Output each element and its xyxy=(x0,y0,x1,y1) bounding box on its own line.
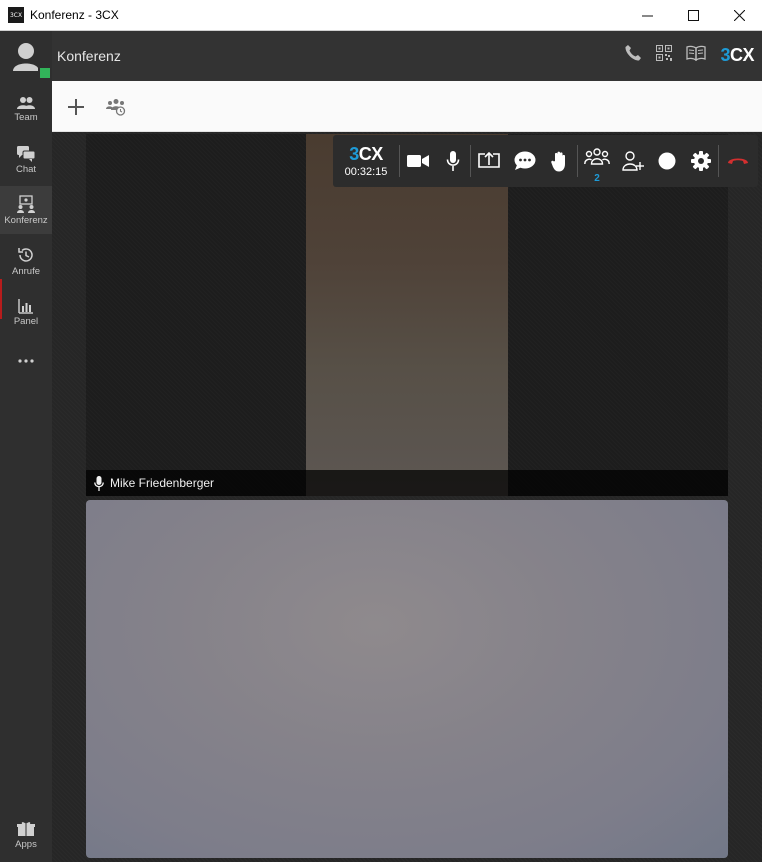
logo-three: 3 xyxy=(349,144,359,164)
camera-icon xyxy=(407,155,429,167)
gear-icon xyxy=(691,151,711,171)
sidebar-item-anrufe[interactable]: Anrufe xyxy=(0,237,52,285)
screen-share-button[interactable] xyxy=(471,135,507,187)
video-tile-self[interactable] xyxy=(86,500,728,858)
sidebar-item-team[interactable]: Team xyxy=(0,85,52,133)
conference-stage: Mike Friedenberger xyxy=(52,132,762,862)
page-title: Konferenz xyxy=(57,48,121,64)
add-conference-button[interactable] xyxy=(63,94,89,120)
minimize-icon xyxy=(641,15,653,17)
participants-button[interactable]: 2 xyxy=(578,135,616,187)
title-bar: 3CX Konferenz - 3CX xyxy=(0,0,762,31)
logo-three: 3 xyxy=(720,45,730,65)
remote-camera-feed xyxy=(306,134,508,496)
microphone-toggle-button[interactable] xyxy=(436,135,470,187)
app-logo-icon: 3CX xyxy=(8,7,24,23)
schedule-meeting-button[interactable] xyxy=(103,94,129,120)
app-window: 3CX Konferenz - 3CX Team Chat Konferenz … xyxy=(0,0,762,862)
video-tile-remote[interactable]: Mike Friedenberger xyxy=(86,134,728,496)
maximize-icon xyxy=(687,10,699,21)
add-participant-button[interactable] xyxy=(616,135,650,187)
add-participant-icon xyxy=(622,151,644,171)
window-title: Konferenz - 3CX xyxy=(30,8,119,22)
settings-button[interactable] xyxy=(684,135,718,187)
call-controls-bar: 3CX 00:32:15 2 xyxy=(333,135,758,187)
user-avatar[interactable] xyxy=(10,41,52,80)
camera-toggle-button[interactable] xyxy=(400,135,436,187)
history-icon xyxy=(18,247,33,262)
phone-icon xyxy=(625,45,642,61)
minimize-button[interactable] xyxy=(624,0,670,31)
participant-name-bar: Mike Friedenberger xyxy=(86,470,728,496)
qr-code-icon xyxy=(656,45,673,61)
brand-logo: 3CX xyxy=(720,45,754,66)
sidebar-item-konferenz[interactable]: Konferenz xyxy=(0,186,52,234)
presence-status-badge xyxy=(38,66,52,80)
chat-button[interactable] xyxy=(507,135,543,187)
record-button[interactable] xyxy=(650,135,684,187)
conference-icon xyxy=(17,194,35,213)
phone-button[interactable] xyxy=(624,44,642,67)
more-icon xyxy=(18,359,34,363)
close-icon xyxy=(733,10,745,21)
close-button[interactable] xyxy=(716,0,762,31)
chat-icon xyxy=(17,145,35,162)
sidebar-item-more[interactable] xyxy=(0,337,52,385)
sidebar-item-apps[interactable]: Apps xyxy=(0,811,52,859)
microphone-icon xyxy=(446,151,460,171)
maximize-button[interactable] xyxy=(670,0,716,31)
screen-share-icon xyxy=(478,152,500,168)
participants-icon xyxy=(584,148,610,165)
logo-cx: CX xyxy=(729,45,755,65)
sidebar-item-chat[interactable]: Chat xyxy=(0,136,52,184)
sidebar: Team Chat Konferenz Anrufe Panel Apps xyxy=(0,31,52,862)
sidebar-item-label: Chat xyxy=(15,163,37,175)
conference-toolbar xyxy=(52,81,762,132)
call-info: 3CX 00:32:15 xyxy=(333,135,399,187)
help-book-button[interactable] xyxy=(686,45,707,66)
qr-code-button[interactable] xyxy=(656,45,673,66)
participant-name: Mike Friedenberger xyxy=(110,476,215,490)
call-brand-logo: 3CX xyxy=(349,144,383,165)
chat-icon xyxy=(514,151,536,170)
participants-count-badge: 2 xyxy=(594,173,600,184)
sidebar-item-label: Panel xyxy=(13,315,39,327)
add-icon xyxy=(68,99,84,115)
panel-icon xyxy=(18,298,33,314)
sidebar-item-label: Anrufe xyxy=(12,265,40,277)
sidebar-accent-marker xyxy=(0,279,2,319)
book-icon xyxy=(686,45,707,62)
team-icon xyxy=(17,96,35,109)
logo-cx: CX xyxy=(358,144,384,164)
apps-icon xyxy=(17,821,35,836)
microphone-icon xyxy=(94,475,104,491)
sidebar-item-label: Team xyxy=(14,111,38,123)
sidebar-item-label: Apps xyxy=(15,838,37,850)
window-controls xyxy=(624,0,762,31)
sidebar-item-label: Konferenz xyxy=(4,214,48,226)
record-icon xyxy=(658,152,676,170)
app-header: Konferenz 3CX xyxy=(52,31,762,81)
hangup-button[interactable] xyxy=(719,135,757,187)
call-duration: 00:32:15 xyxy=(344,166,388,178)
header-actions: 3CX xyxy=(624,44,755,67)
raise-hand-icon xyxy=(551,151,565,171)
schedule-meeting-icon xyxy=(106,99,126,116)
raise-hand-button[interactable] xyxy=(543,135,577,187)
sidebar-item-panel[interactable]: Panel xyxy=(0,288,52,336)
hangup-icon xyxy=(728,158,748,164)
